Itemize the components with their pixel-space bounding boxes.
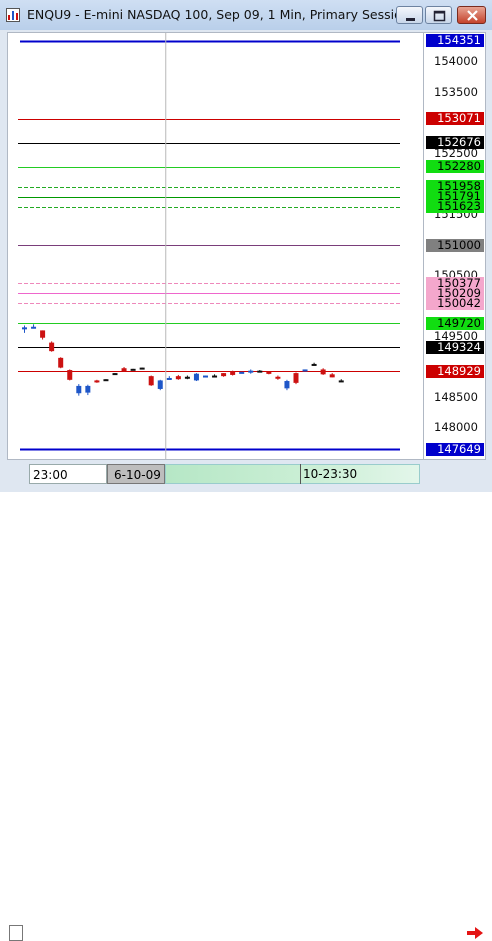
price-level-label: 149720 xyxy=(426,316,484,330)
price-axis-tick: 154000 xyxy=(434,54,478,68)
price-level-label: 148929 xyxy=(426,364,484,378)
candle-bar xyxy=(49,342,55,352)
candle-bar xyxy=(338,380,344,383)
title-bar: ENQU9 - E-mini NASDAQ 100, Sep 09, 1 Min… xyxy=(0,0,492,31)
candle-bar xyxy=(130,368,136,371)
candle-bar xyxy=(248,370,254,373)
price-level-label: 151623 xyxy=(426,200,484,214)
close-button[interactable] xyxy=(457,6,486,24)
candle-bar xyxy=(166,377,172,380)
time-label-start: 23:00 xyxy=(29,464,107,484)
candle-bar xyxy=(221,373,227,377)
time-label-cursor-date: 6-10-09 23:15 xyxy=(107,464,199,484)
candle-bar xyxy=(112,373,118,376)
candle-bar xyxy=(293,373,299,383)
candle-bar xyxy=(275,376,281,379)
chart-app-icon xyxy=(6,8,20,22)
candlestick-chart xyxy=(18,33,400,459)
maximize-icon xyxy=(433,10,446,22)
candle-bar xyxy=(85,385,91,393)
price-level-label: 152676 xyxy=(426,136,484,150)
price-level-label: 154351 xyxy=(426,34,484,48)
time-label-end: 10-23:30 xyxy=(300,464,380,484)
maximize-button[interactable] xyxy=(425,6,452,24)
candle-bar xyxy=(257,370,263,373)
candle-bar xyxy=(175,376,181,380)
price-level-label: 152280 xyxy=(426,160,484,174)
price-level-label: 147649 xyxy=(426,442,484,456)
candle-bar xyxy=(184,376,190,379)
candle-bar xyxy=(239,371,245,374)
candle-bar xyxy=(58,357,64,368)
price-axis-tick: 148000 xyxy=(434,420,478,434)
price-level-label: 151000 xyxy=(426,238,484,252)
candle-bar xyxy=(157,380,163,389)
candle-bar xyxy=(121,368,127,372)
price-axis[interactable]: 154000 153500 152500 151500 150500 149500 1485… xyxy=(424,32,486,460)
scroll-right-arrow-icon[interactable] xyxy=(466,926,484,940)
candle-bar xyxy=(76,385,82,394)
price-level-label: 149324 xyxy=(426,340,484,354)
minimize-button[interactable] xyxy=(396,6,423,24)
candle-bar xyxy=(103,379,109,382)
candle-bar xyxy=(94,380,100,383)
candle-bar xyxy=(139,367,145,370)
time-axis-bar: 23:00 6-10-09 23:15 10-23:30 xyxy=(0,460,492,941)
candle-bar xyxy=(230,371,236,375)
candle-bar xyxy=(40,330,46,338)
candle-bar xyxy=(284,381,290,389)
candle-bar xyxy=(193,373,199,381)
time-axis-toggle-checkbox[interactable] xyxy=(9,925,23,941)
candle-bar xyxy=(320,369,326,375)
chart-plot-area[interactable] xyxy=(7,32,424,460)
price-level-label: 153071 xyxy=(426,112,484,126)
candle-bar xyxy=(329,374,335,378)
candle-bar xyxy=(31,326,37,329)
window-title: ENQU9 - E-mini NASDAQ 100, Sep 09, 1 Min… xyxy=(27,7,410,22)
close-icon xyxy=(467,10,478,21)
price-axis-tick: 153500 xyxy=(434,84,478,99)
candle-bar xyxy=(311,363,317,366)
candle-bar xyxy=(67,370,73,380)
candle-bar xyxy=(203,375,208,378)
candle-bar xyxy=(266,371,272,374)
candle-bar xyxy=(22,327,27,330)
candle-bar xyxy=(302,369,308,372)
price-axis-tick: 148500 xyxy=(434,389,478,404)
time-scroll-region[interactable] xyxy=(165,464,420,484)
minimize-icon xyxy=(406,18,415,21)
candle-bar xyxy=(148,376,154,386)
price-level-label: 150042 xyxy=(426,296,484,310)
candle-bar xyxy=(212,375,218,378)
